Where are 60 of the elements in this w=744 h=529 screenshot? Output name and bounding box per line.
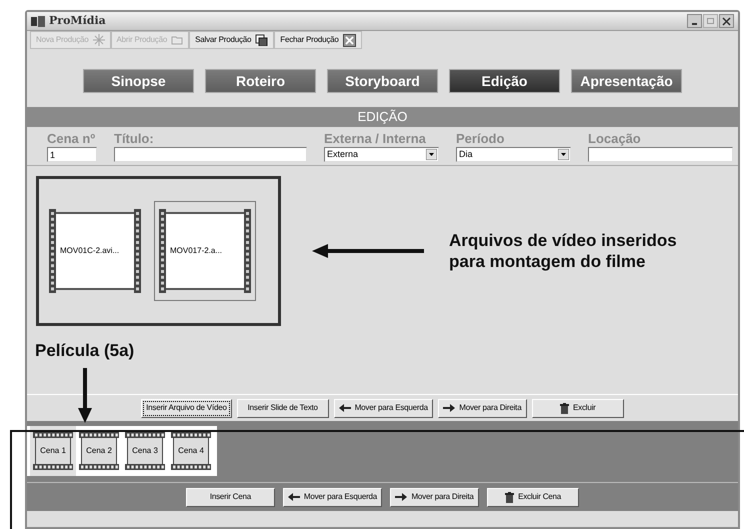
arrow-left-icon <box>288 493 300 501</box>
trash-icon <box>505 492 514 502</box>
close-icon <box>722 16 731 26</box>
app-icon <box>31 16 45 26</box>
film-perforation-icon <box>125 432 165 438</box>
film-perforation-icon <box>125 464 165 470</box>
action-button[interactable]: Inserir Cena <box>186 488 275 506</box>
minimize-button[interactable] <box>687 14 702 28</box>
close-icon <box>342 34 356 46</box>
arrow-right-icon <box>443 404 456 412</box>
field-label: Externa / Interna <box>324 130 427 147</box>
film-perforation-icon <box>171 464 211 470</box>
action-button[interactable]: Inserir Arquivo de Vídeo <box>141 398 232 418</box>
film-perforation-icon <box>171 432 211 438</box>
nav-tab[interactable]: Storyboard <box>327 69 438 93</box>
close-button[interactable] <box>719 14 734 28</box>
action-button[interactable]: Mover para Esquerda <box>334 398 433 418</box>
trash-icon <box>560 402 570 414</box>
dropdown-field[interactable]: Dia <box>456 147 571 162</box>
film-perforation-icon <box>134 209 141 293</box>
dropdown-arrow-icon <box>426 149 437 160</box>
film-perforation-icon <box>33 464 73 470</box>
section-header: EDIÇÃO <box>27 107 738 127</box>
action-button[interactable]: Mover para Direita <box>438 398 527 418</box>
action-button[interactable]: Inserir Slide de Texto <box>236 398 329 418</box>
film-perforation-icon <box>33 432 73 438</box>
dropdown-field[interactable]: Externa <box>324 147 439 162</box>
nav-tab[interactable]: Roteiro <box>205 69 316 93</box>
nav-tab[interactable]: Apresentação <box>571 69 682 93</box>
field-label: Cena nº <box>47 130 96 147</box>
dropdown-arrow-icon <box>558 149 569 160</box>
field-label: Período <box>456 130 506 147</box>
text-field[interactable]: 1 <box>47 147 97 162</box>
film-perforation-icon <box>79 464 119 470</box>
window-title: ProMídia <box>49 12 106 29</box>
annotation-arrow <box>78 368 92 423</box>
action-button[interactable]: Excluir Cena <box>487 488 580 506</box>
film-perforation-icon <box>49 209 56 293</box>
folder-icon <box>171 35 184 45</box>
text-field[interactable] <box>588 147 733 162</box>
film-perforation-icon <box>159 209 166 293</box>
text-field[interactable] <box>114 147 307 162</box>
nav-tab[interactable]: Edição <box>449 69 560 93</box>
toolbar-button[interactable]: Salvar Produção <box>189 31 274 49</box>
field-label: Locação <box>588 130 642 147</box>
annotation-note: Arquivos de vídeo inseridos para montagem do filme <box>449 230 677 272</box>
sparkle-icon <box>92 34 105 46</box>
action-button[interactable]: Mover para Direita <box>390 488 480 506</box>
arrow-right-icon <box>395 493 408 501</box>
film-perforation-icon <box>79 432 119 438</box>
action-button[interactable]: Mover para Esquerda <box>282 488 382 506</box>
toolbar-button[interactable]: Fechar Produção <box>274 31 362 49</box>
arrow-left-icon <box>338 404 351 412</box>
field-label: Título: <box>114 130 155 147</box>
action-button[interactable]: Excluir <box>532 398 624 418</box>
film-perforation-icon <box>244 209 251 293</box>
save-icon <box>255 34 268 46</box>
scene-tile[interactable]: Cena 1 <box>30 426 76 476</box>
nav-tab[interactable]: Sinopse <box>83 69 194 93</box>
annotation-label: Película (5a) <box>35 340 134 362</box>
